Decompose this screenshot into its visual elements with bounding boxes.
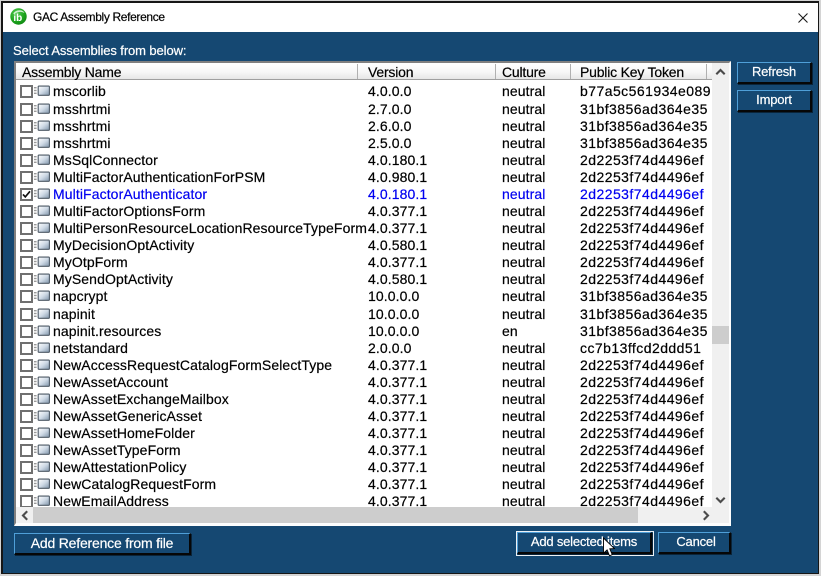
svg-text:ib: ib bbox=[13, 13, 22, 24]
